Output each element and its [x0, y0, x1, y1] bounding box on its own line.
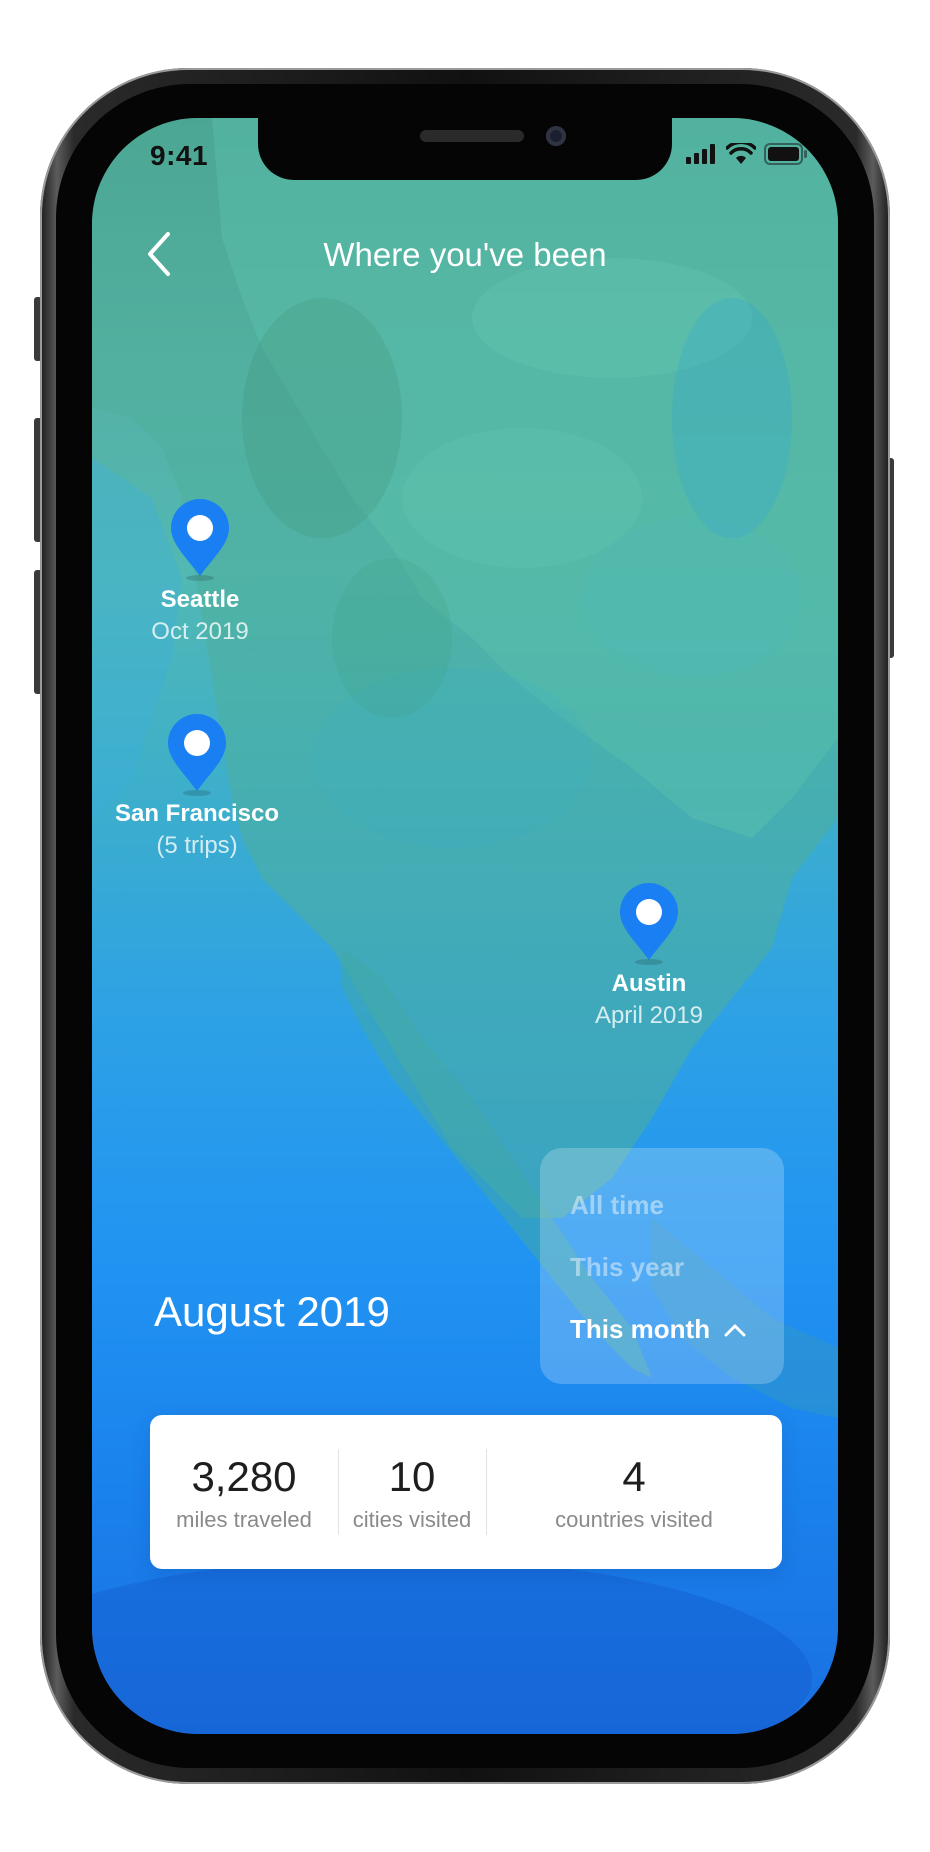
map-pin-san-francisco[interactable]	[162, 713, 232, 797]
pin-label-austin: Austin April 2019	[529, 970, 769, 1030]
pin-subtitle: April 2019	[594, 1002, 704, 1029]
period-dropdown[interactable]: All time This year This month	[540, 1148, 784, 1384]
map-pin-seattle[interactable]	[165, 498, 235, 582]
pin-name: Austin	[611, 970, 687, 997]
status-time: 9:41	[150, 140, 209, 171]
map-pin-icon	[168, 714, 226, 796]
stat-label: countries visited	[555, 1507, 713, 1532]
period-option-this-year[interactable]: This year	[570, 1252, 684, 1283]
map-pin-icon	[171, 499, 229, 581]
stat-value: 3,280	[191, 1453, 297, 1500]
map-pin-icon	[620, 883, 678, 965]
stat-cities: 10 cities visited	[338, 1415, 486, 1569]
map-pin-austin[interactable]	[614, 882, 684, 966]
pin-subtitle: Oct 2019	[151, 618, 249, 645]
stat-value: 4	[622, 1453, 646, 1500]
pin-label-san-francisco: San Francisco (5 trips)	[92, 800, 317, 860]
front-camera	[546, 126, 566, 146]
signal-icon	[686, 144, 715, 164]
stat-label: cities visited	[352, 1507, 472, 1532]
pin-name: Seattle	[160, 586, 240, 613]
stat-label: miles traveled	[176, 1507, 312, 1532]
wifi-icon	[726, 143, 756, 164]
stat-value: 10	[388, 1453, 436, 1500]
pin-subtitle: (5 trips)	[156, 832, 238, 859]
app-screen: 9:41 Where you've been Seattle Oct 2019 …	[92, 118, 838, 1734]
pin-label-seattle: Seattle Oct 2019	[92, 586, 320, 646]
selected-period-label: This month	[570, 1314, 711, 1344]
page-title: Where you've been	[323, 236, 607, 273]
period-option-this-month[interactable]: This month	[570, 1314, 746, 1345]
pin-name: San Francisco	[114, 800, 280, 827]
status-icons	[686, 142, 808, 166]
month-title: August 2019	[154, 1288, 390, 1335]
chevron-up-icon	[724, 1324, 746, 1336]
period-option-all-time[interactable]: All time	[570, 1190, 664, 1221]
stat-countries: 4 countries visited	[486, 1415, 782, 1569]
stats-card: 3,280 miles traveled 10 cities visited 4…	[150, 1415, 782, 1569]
speaker	[420, 130, 524, 142]
stat-miles: 3,280 miles traveled	[150, 1415, 338, 1569]
battery-icon	[764, 143, 807, 165]
notch	[258, 118, 672, 180]
